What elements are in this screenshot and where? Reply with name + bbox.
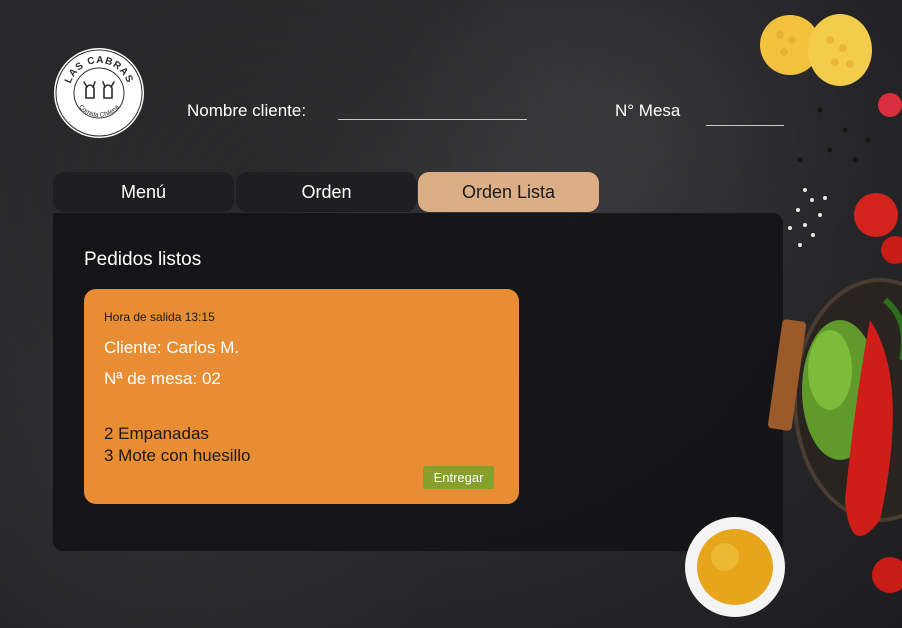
radish-icon	[878, 93, 902, 117]
order-item: 2 Empanadas	[104, 424, 209, 443]
panel-title: Pedidos listos	[84, 249, 202, 270]
order-items: 2 Empanadas 3 Mote con huesillo	[104, 423, 250, 467]
las-cabras-logo: LAS CABRAS Comida Chilena	[54, 48, 144, 138]
salt-icon	[788, 188, 827, 247]
customer-name-input[interactable]	[338, 119, 527, 120]
order-card: Hora de salida 13:15 Cliente: Carlos M. …	[84, 289, 519, 504]
order-item: 3 Mote con huesillo	[104, 446, 251, 465]
corn-icon	[760, 14, 872, 86]
table-number-input[interactable]	[706, 125, 784, 126]
tomato-icon	[854, 193, 902, 593]
tab-orden-lista[interactable]: Orden Lista	[418, 172, 599, 212]
tab-menu[interactable]: Menú	[53, 172, 234, 212]
basket-icon	[767, 278, 902, 536]
deliver-button[interactable]: Entregar	[423, 466, 494, 489]
order-customer: Cliente: Carlos M.	[104, 338, 240, 357]
order-departure-time: Hora de salida 13:15	[104, 310, 215, 324]
ready-orders-panel: Pedidos listos Hora de salida 13:15 Clie…	[53, 213, 783, 551]
customer-name-label: Nombre cliente:	[187, 101, 307, 120]
table-number-label: N° Mesa	[615, 101, 681, 120]
order-table: Nª de mesa: 02	[104, 369, 221, 388]
tab-orden[interactable]: Orden	[236, 172, 417, 212]
